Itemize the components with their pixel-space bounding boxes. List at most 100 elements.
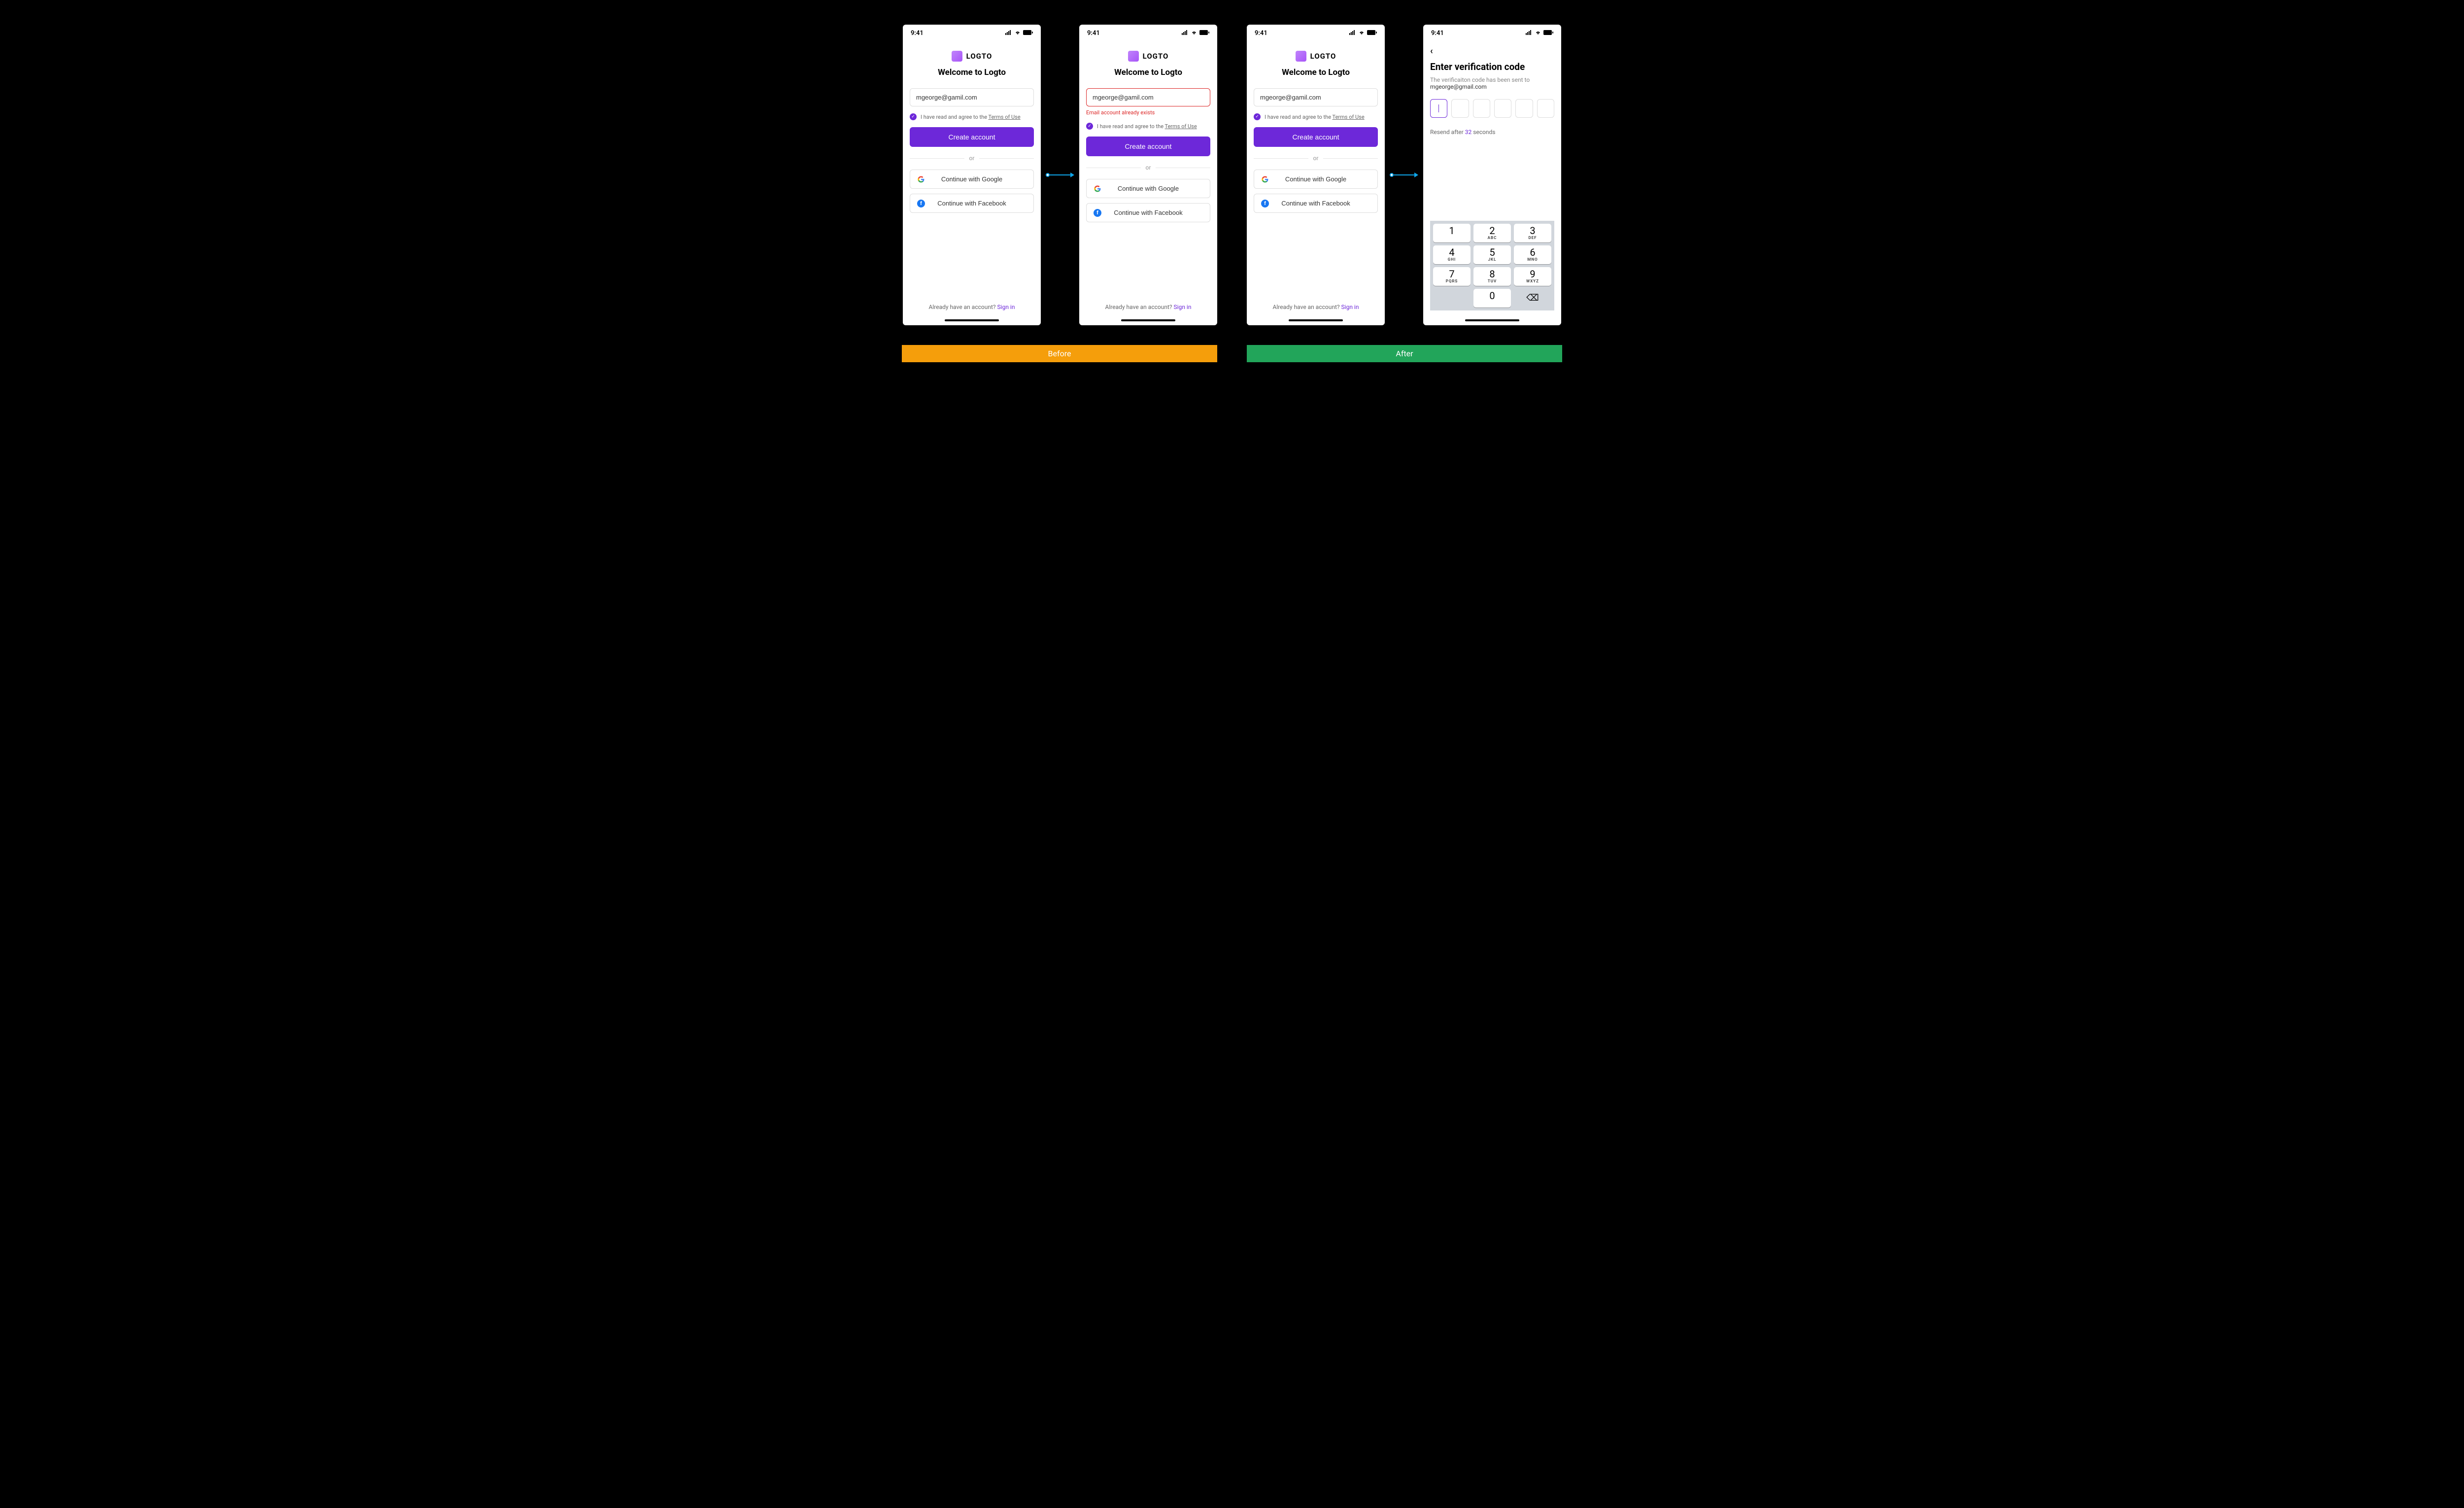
- flow-arrow-icon: [1390, 170, 1418, 180]
- create-account-button[interactable]: Create account: [910, 127, 1034, 147]
- key-0[interactable]: 0: [1473, 289, 1511, 308]
- page-title: Welcome to Logto: [1254, 68, 1378, 77]
- before-flow: 9:41 LOGTO Welco: [903, 25, 1217, 325]
- key-4[interactable]: 4GHI: [1433, 245, 1471, 264]
- key-5[interactable]: 5JKL: [1473, 245, 1511, 264]
- page-title: Welcome to Logto: [910, 68, 1034, 77]
- status-bar: 9:41: [1079, 25, 1217, 39]
- sign-in-link[interactable]: Sign in: [997, 304, 1015, 310]
- back-button[interactable]: ‹: [1430, 46, 1554, 56]
- sign-in-link[interactable]: Sign in: [1174, 304, 1192, 310]
- continue-google-button[interactable]: Continue with Google: [1254, 170, 1378, 189]
- wifi-icon: [1535, 30, 1541, 37]
- logo-icon: [1128, 51, 1139, 62]
- key-9[interactable]: 9WXYZ: [1514, 267, 1551, 286]
- after-flow: 9:41 LOGTO Welcome to Logto ✓ I have: [1247, 25, 1561, 325]
- create-account-button[interactable]: Create account: [1086, 137, 1210, 156]
- terms-row[interactable]: ✓ I have read and agree to the Terms of …: [1086, 123, 1210, 130]
- code-input-4[interactable]: [1494, 99, 1511, 118]
- screen-signup: 9:41 LOGTO Welco: [903, 25, 1041, 325]
- terms-row[interactable]: ✓ I have read and agree to the Terms of …: [910, 113, 1034, 120]
- key-blank: [1433, 289, 1471, 308]
- code-input-6[interactable]: [1537, 99, 1554, 118]
- terms-link[interactable]: Terms of Use: [1333, 114, 1365, 120]
- brand-name: LOGTO: [966, 52, 992, 61]
- divider: or: [1086, 164, 1210, 171]
- verify-subtitle: The verificaiton code has been sent to: [1430, 76, 1554, 83]
- verify-email: mgeorge@gmail.com: [1430, 83, 1554, 90]
- continue-facebook-button[interactable]: f Continue with Facebook: [910, 194, 1034, 213]
- key-delete[interactable]: ⌫: [1514, 289, 1551, 308]
- code-input-group: [1430, 99, 1554, 118]
- signal-icon: [1005, 30, 1012, 37]
- footer-prompt: Already have an account?: [929, 304, 997, 310]
- divider-text: or: [969, 155, 975, 162]
- continue-facebook-button[interactable]: f Continue with Facebook: [1086, 203, 1210, 222]
- footer: Already have an account? Sign in: [1254, 304, 1378, 310]
- divider: or: [1254, 155, 1378, 162]
- status-bar: 9:41: [1423, 25, 1561, 39]
- brand-name: LOGTO: [1310, 52, 1336, 61]
- key-8[interactable]: 8TUV: [1473, 267, 1511, 286]
- battery-icon: [1199, 30, 1209, 37]
- checkbox-checked-icon[interactable]: ✓: [910, 113, 917, 120]
- facebook-label: Continue with Facebook: [1114, 209, 1182, 216]
- home-indicator: [1465, 319, 1519, 321]
- home-indicator: [1289, 319, 1343, 321]
- facebook-label: Continue with Facebook: [1281, 200, 1350, 207]
- footer-prompt: Already have an account?: [1105, 304, 1174, 310]
- battery-icon: [1543, 30, 1553, 37]
- key-6[interactable]: 6MNO: [1514, 245, 1551, 264]
- status-icons: [1526, 30, 1553, 37]
- key-2[interactable]: 2ABC: [1473, 224, 1511, 242]
- wifi-icon: [1191, 30, 1198, 37]
- flow-arrow-icon: [1046, 170, 1074, 180]
- email-input[interactable]: [910, 88, 1034, 106]
- code-input-3[interactable]: [1473, 99, 1490, 118]
- key-3[interactable]: 3DEF: [1514, 224, 1551, 242]
- google-label: Continue with Google: [1285, 175, 1346, 183]
- status-bar: 9:41: [1247, 25, 1385, 39]
- google-label: Continue with Google: [941, 175, 1002, 183]
- email-input[interactable]: [1086, 88, 1210, 106]
- brand-name: LOGTO: [1143, 52, 1169, 61]
- continue-google-button[interactable]: Continue with Google: [1086, 179, 1210, 198]
- logo-icon: [952, 51, 962, 62]
- signal-icon: [1349, 30, 1356, 37]
- sign-in-link[interactable]: Sign in: [1341, 304, 1359, 310]
- chevron-left-icon: ‹: [1430, 46, 1433, 56]
- resend-suffix: seconds: [1472, 129, 1495, 136]
- divider-text: or: [1313, 155, 1319, 162]
- brand-logo: LOGTO: [1086, 51, 1210, 62]
- status-icons: [1182, 30, 1209, 37]
- status-time: 9:41: [911, 30, 924, 37]
- battery-icon: [1023, 30, 1033, 37]
- status-icons: [1349, 30, 1377, 37]
- divider-text: or: [1146, 164, 1151, 171]
- checkbox-checked-icon[interactable]: ✓: [1086, 123, 1093, 130]
- error-message: Email account already exists: [1086, 109, 1210, 116]
- create-account-button[interactable]: Create account: [1254, 127, 1378, 147]
- continue-google-button[interactable]: Continue with Google: [910, 170, 1034, 189]
- code-input-5[interactable]: [1515, 99, 1533, 118]
- brand-logo: LOGTO: [1254, 51, 1378, 62]
- terms-link[interactable]: Terms of Use: [1165, 123, 1197, 130]
- terms-row[interactable]: ✓ I have read and agree to the Terms of …: [1254, 113, 1378, 120]
- logo-icon: [1296, 51, 1306, 62]
- wifi-icon: [1358, 30, 1365, 37]
- page-title: Enter verification code: [1430, 61, 1554, 72]
- google-icon: [1094, 185, 1101, 193]
- checkbox-checked-icon[interactable]: ✓: [1254, 113, 1261, 120]
- code-input-1[interactable]: [1430, 99, 1447, 118]
- key-1[interactable]: 1: [1433, 224, 1471, 242]
- numeric-keypad: 1 2ABC 3DEF 4GHI 5JKL 6MNO 7PQRS 8TUV 9W…: [1430, 221, 1554, 310]
- terms-link[interactable]: Terms of Use: [989, 114, 1021, 120]
- status-bar: 9:41: [903, 25, 1041, 39]
- facebook-icon: f: [917, 200, 925, 207]
- continue-facebook-button[interactable]: f Continue with Facebook: [1254, 194, 1378, 213]
- code-input-2[interactable]: [1451, 99, 1469, 118]
- key-7[interactable]: 7PQRS: [1433, 267, 1471, 286]
- email-input[interactable]: [1254, 88, 1378, 106]
- divider: or: [910, 155, 1034, 162]
- signal-icon: [1182, 30, 1189, 37]
